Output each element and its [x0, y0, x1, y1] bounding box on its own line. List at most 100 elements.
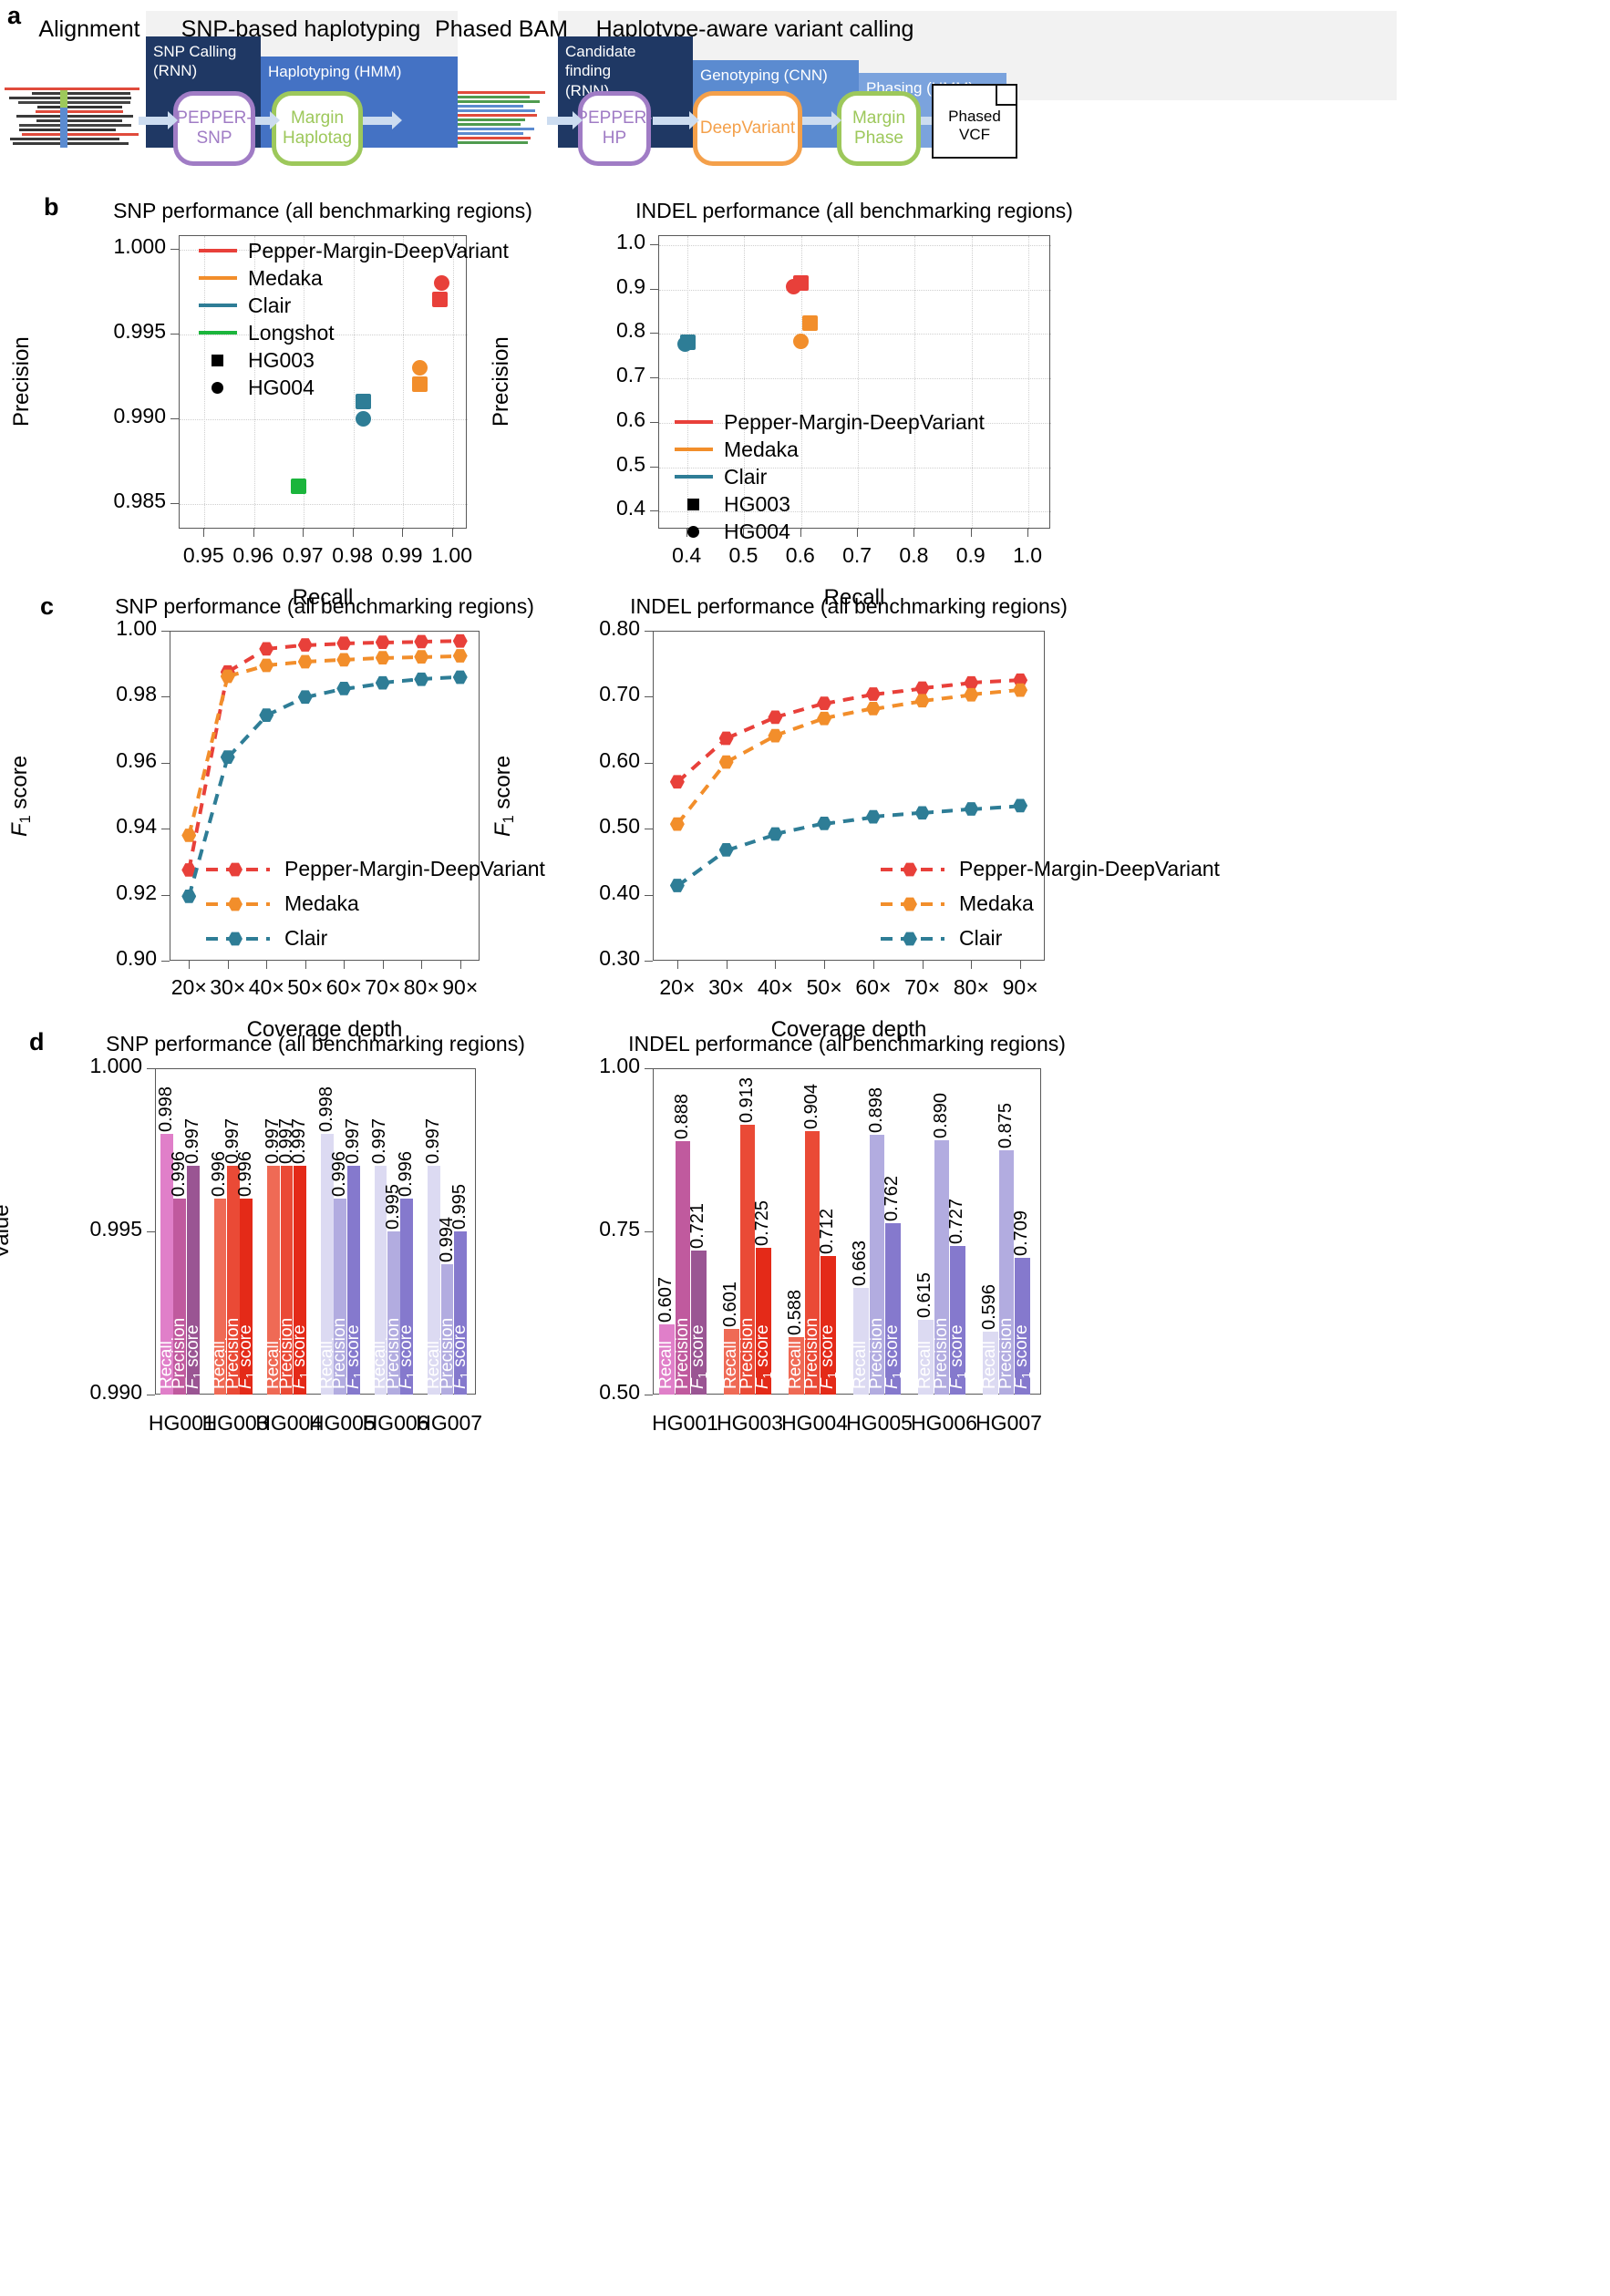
- ytick-label: 1.0: [538, 230, 645, 254]
- bar-value-label: 0.712: [817, 1185, 838, 1254]
- read-row: [37, 106, 122, 108]
- ytick-label: 0.5: [538, 452, 645, 477]
- datapoint-peppermargindeepvariant-HG004: [434, 275, 449, 291]
- bar-value-label: 0.996: [235, 1127, 256, 1197]
- ytick-label: 0.98: [53, 682, 157, 706]
- gridline-v: [204, 236, 205, 530]
- bar-metric-label: F1 score: [236, 1276, 257, 1389]
- gridline-h: [180, 419, 468, 420]
- legend-label: Pepper-Margin-DeepVariant: [284, 857, 545, 881]
- ytick-label: 0.995: [35, 1217, 142, 1241]
- xtick-mark: [677, 961, 678, 969]
- tool-box-3: DeepVariant: [693, 91, 802, 166]
- xtick-mark: [913, 529, 914, 537]
- xtick-mark: [402, 529, 403, 537]
- bar-value-label: 0.997: [369, 1095, 390, 1164]
- group-label-2: Phased BAM: [428, 16, 574, 43]
- gridline-v: [972, 236, 973, 530]
- bar-value-label: 0.727: [946, 1175, 967, 1244]
- ytick-label: 0.94: [53, 814, 157, 839]
- bar-value-label: 0.904: [801, 1060, 822, 1129]
- xtick-mark: [421, 961, 422, 969]
- xtick-mark: [857, 529, 858, 537]
- ytick-label: 0.6: [538, 407, 645, 432]
- bar-metric-label: F1 score: [450, 1276, 471, 1389]
- gridline-v: [687, 236, 688, 530]
- xtick-mark: [383, 961, 384, 969]
- ytick-mark: [170, 503, 179, 504]
- bar-metric-label: F1 score: [1012, 1276, 1033, 1389]
- gridline-v: [858, 236, 859, 530]
- ytick-mark: [645, 961, 653, 962]
- output-vcf-box: Phased VCF: [932, 84, 1017, 159]
- c-indel-title: INDEL performance (all benchmarking regi…: [534, 594, 1163, 619]
- flow-arrow-0: [139, 117, 170, 125]
- ytick-mark: [645, 1068, 653, 1069]
- tool-box-0: PEPPER- SNP: [173, 91, 255, 166]
- legend-label: HG004: [724, 520, 790, 544]
- gridline-h: [180, 504, 468, 505]
- stage-label-line: Candidate finding: [565, 42, 686, 81]
- bar-metric-label: F1 score: [753, 1276, 774, 1389]
- ytick-mark: [650, 333, 658, 334]
- b-indel-title: INDEL performance (all benchmarking regi…: [549, 199, 1160, 223]
- d-indel-title: INDEL performance (all benchmarking regi…: [534, 1032, 1160, 1056]
- bar-value-label: 0.888: [672, 1070, 693, 1139]
- ytick-mark: [650, 244, 658, 245]
- tool-box-2: PEPPER- HP: [578, 91, 651, 166]
- read-row: [9, 97, 131, 99]
- c-snp-ylabel: F1 score: [7, 741, 35, 850]
- ytick-label: 0.995: [58, 319, 166, 344]
- legend-label: Pepper-Margin-DeepVariant: [959, 857, 1220, 881]
- ytick-mark: [645, 631, 653, 632]
- tool-label: Margin Haplotag: [283, 108, 352, 149]
- legend-swatch-line: [199, 249, 237, 252]
- xtick-mark: [189, 961, 190, 969]
- flow-arrow-4: [653, 117, 691, 125]
- legend-label: Clair: [284, 926, 327, 951]
- legend-swatch-square: [212, 355, 223, 366]
- legend-label: HG003: [724, 492, 790, 517]
- bar-value-label: 0.890: [931, 1069, 952, 1138]
- panel-b-letter: b: [44, 193, 59, 221]
- group-label-HG007: HG007: [962, 1411, 1057, 1436]
- gridline-v: [453, 236, 454, 530]
- ytick-label: 0.70: [536, 682, 640, 706]
- datapoint-peppermargindeepvariant-HG004: [786, 279, 801, 294]
- read-row: [16, 115, 133, 118]
- group-label-0: Alignment: [35, 16, 144, 43]
- gridline-h: [659, 378, 1051, 379]
- output-vcf-label: Phased VCF: [934, 108, 1016, 145]
- bar-value-label: 0.875: [996, 1079, 1017, 1148]
- gridline-h: [659, 245, 1051, 246]
- gridline-v: [354, 236, 355, 530]
- tool-label: PEPPER- SNP: [176, 108, 252, 149]
- xtick-mark: [203, 529, 204, 537]
- legend-swatch-line: [675, 448, 713, 451]
- xtick-label: 90×: [982, 975, 1058, 1000]
- xtick-mark: [800, 529, 801, 537]
- ytick-mark: [161, 961, 170, 962]
- ytick-label: 0.96: [53, 748, 157, 773]
- ytick-label: 0.30: [536, 946, 640, 971]
- ytick-mark: [645, 895, 653, 896]
- xtick-mark: [1020, 961, 1021, 969]
- legend-swatch-line: [675, 475, 713, 479]
- legend-label: Medaka: [724, 438, 799, 462]
- bar-metric-label: F1 score: [397, 1276, 418, 1389]
- tool-label: PEPPER- HP: [576, 108, 652, 149]
- read-row: [19, 129, 116, 131]
- ytick-mark: [650, 377, 658, 378]
- legend-label: Clair: [724, 465, 767, 489]
- xtick-mark: [460, 961, 461, 969]
- ytick-mark: [147, 1068, 155, 1069]
- ytick-mark: [147, 1231, 155, 1232]
- read-row: [19, 124, 131, 127]
- legend-label: Clair: [248, 293, 291, 318]
- legend-swatch-circle: [687, 526, 699, 538]
- ytick-label: 0.9: [538, 274, 645, 299]
- d-snp-ylabel: Value: [0, 1195, 15, 1268]
- variant-column-blue: [60, 108, 67, 148]
- group-label-HG007: HG007: [402, 1411, 497, 1436]
- bar-metric-label: F1 score: [183, 1276, 204, 1389]
